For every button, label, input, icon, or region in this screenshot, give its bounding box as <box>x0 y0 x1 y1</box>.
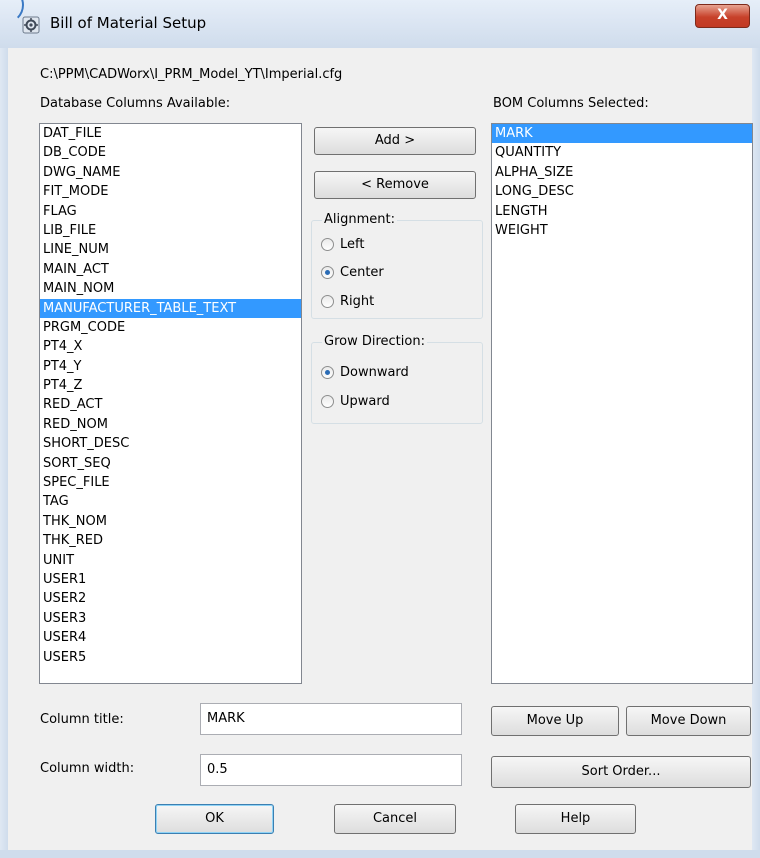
column-title-field[interactable]: MARK <box>200 703 462 735</box>
window-frame-left <box>0 48 8 858</box>
list-item[interactable]: THK_NOM <box>40 512 301 531</box>
list-item[interactable]: UNIT <box>40 551 301 570</box>
list-item[interactable]: RED_ACT <box>40 395 301 414</box>
list-item[interactable]: TAG <box>40 492 301 511</box>
alignment-group-title: Alignment: <box>322 212 397 227</box>
add-button-label: Add > <box>374 133 416 148</box>
list-item[interactable]: DWG_NAME <box>40 163 301 182</box>
close-button[interactable]: X <box>695 4 750 28</box>
list-item[interactable]: USER3 <box>40 609 301 628</box>
config-file-path: C:\PPM\CADWorx\I_PRM_Model_YT\Imperial.c… <box>40 67 343 82</box>
bom-setup-dialog: Bill of Material Setup X C:\PPM\CADWorx\… <box>0 0 760 858</box>
list-item[interactable]: PT4_Y <box>40 357 301 376</box>
list-item[interactable]: LINE_NUM <box>40 240 301 259</box>
grow-direction-group <box>311 342 483 424</box>
alignment-left-radio[interactable]: Left <box>321 237 364 252</box>
selected-columns-label: BOM Columns Selected: <box>493 96 649 111</box>
list-item[interactable]: USER1 <box>40 570 301 589</box>
list-item[interactable]: FIT_MODE <box>40 182 301 201</box>
move-down-button[interactable]: Move Down <box>626 706 751 736</box>
list-item[interactable]: DB_CODE <box>40 143 301 162</box>
list-item[interactable]: USER5 <box>40 648 301 667</box>
remove-button[interactable]: < Remove <box>314 171 476 199</box>
column-width-value: 0.5 <box>207 762 228 777</box>
window-frame-bottom <box>0 850 760 858</box>
grow-downward-label: Downward <box>340 365 409 380</box>
list-item[interactable]: MARK <box>492 124 752 144</box>
column-title-value: MARK <box>207 711 245 726</box>
column-title-label: Column title: <box>40 712 124 727</box>
list-item[interactable]: WEIGHT <box>492 221 752 240</box>
list-item[interactable]: FLAG <box>40 202 301 221</box>
alignment-right-radio[interactable]: Right <box>321 294 374 309</box>
list-item[interactable]: DAT_FILE <box>40 124 301 143</box>
move-up-button[interactable]: Move Up <box>491 706 619 736</box>
alignment-right-label: Right <box>340 294 375 309</box>
list-item[interactable]: PT4_X <box>40 337 301 356</box>
available-columns-label: Database Columns Available: <box>40 96 231 111</box>
list-item[interactable]: LIB_FILE <box>40 221 301 240</box>
list-item[interactable]: MAIN_NOM <box>40 279 301 298</box>
list-item[interactable]: ALPHA_SIZE <box>492 163 752 182</box>
list-item[interactable]: PRGM_CODE <box>40 318 301 337</box>
grow-upward-radio[interactable]: Upward <box>321 394 390 409</box>
column-width-field[interactable]: 0.5 <box>200 754 462 786</box>
list-item[interactable]: THK_RED <box>40 531 301 550</box>
grow-upward-label: Upward <box>340 394 390 409</box>
sort-order-button[interactable]: Sort Order... <box>491 756 751 788</box>
gear-app-icon <box>22 16 40 34</box>
help-label: Help <box>560 811 591 826</box>
list-item[interactable]: USER2 <box>40 589 301 608</box>
list-item[interactable]: LENGTH <box>492 202 752 221</box>
list-item[interactable]: USER4 <box>40 628 301 647</box>
radio-right-dot <box>321 295 334 308</box>
alignment-center-radio[interactable]: Center <box>321 265 384 280</box>
list-item[interactable]: SHORT_DESC <box>40 434 301 453</box>
close-icon: X <box>717 7 728 23</box>
alignment-left-label: Left <box>340 237 365 252</box>
column-width-label: Column width: <box>40 761 135 776</box>
list-item[interactable]: LONG_DESC <box>492 182 752 201</box>
radio-center-dot <box>321 266 334 279</box>
radio-left-dot <box>321 238 334 251</box>
cancel-button[interactable]: Cancel <box>334 804 456 834</box>
list-item[interactable]: SORT_SEQ <box>40 454 301 473</box>
grow-direction-group-title: Grow Direction: <box>322 334 427 349</box>
grow-downward-radio[interactable]: Downward <box>321 365 409 380</box>
add-button[interactable]: Add > <box>314 127 476 155</box>
move-down-label: Move Down <box>650 713 727 728</box>
cancel-label: Cancel <box>372 811 418 826</box>
radio-downward-dot <box>321 366 334 379</box>
move-up-label: Move Up <box>526 713 584 728</box>
help-button[interactable]: Help <box>515 804 636 834</box>
window-frame-right <box>752 48 760 858</box>
list-item[interactable]: PT4_Z <box>40 376 301 395</box>
ok-label: OK <box>205 811 224 826</box>
radio-upward-dot <box>321 395 334 408</box>
list-item[interactable]: QUANTITY <box>492 143 752 162</box>
window-title: Bill of Material Setup <box>50 14 207 32</box>
list-item[interactable]: SPEC_FILE <box>40 473 301 492</box>
sort-order-label: Sort Order... <box>581 764 661 779</box>
alignment-center-label: Center <box>340 265 384 280</box>
remove-button-label: < Remove <box>361 177 429 192</box>
title-bar[interactable]: Bill of Material Setup X <box>0 0 760 49</box>
selected-columns-list[interactable]: MARK QUANTITY ALPHA_SIZE LONG_DESC LENGTH WEI… <box>491 123 753 684</box>
list-item[interactable]: MANUFACTURER_TABLE_TEXT <box>40 298 301 318</box>
available-columns-list[interactable]: DAT_FILE DB_CODE DWG_NAME FIT_MODE FLAG LIB_F… <box>39 123 302 684</box>
ok-button[interactable]: OK <box>155 804 274 834</box>
list-item[interactable]: MAIN_ACT <box>40 260 301 279</box>
list-item[interactable]: RED_NOM <box>40 415 301 434</box>
